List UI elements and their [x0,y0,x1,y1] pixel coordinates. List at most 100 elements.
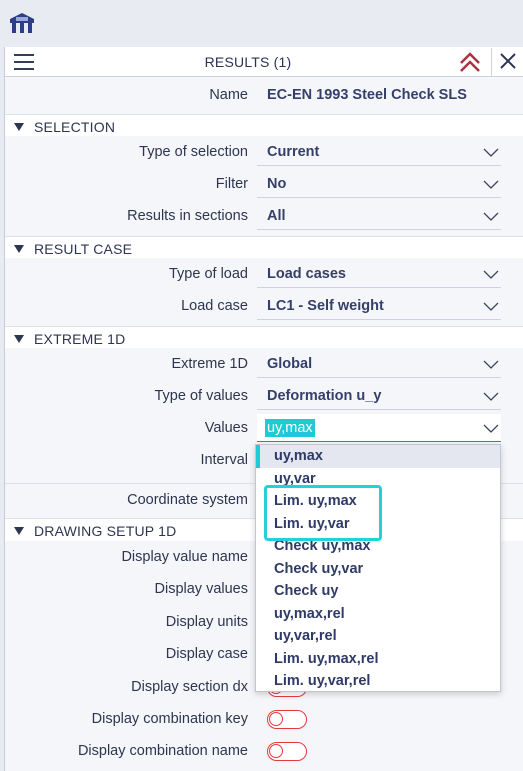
panel-title: RESULTS (1) [204,54,292,70]
field-label: Display section dx [131,679,248,695]
field-value: Deformation u_y [267,388,382,404]
display-combination-name-toggle[interactable] [267,742,307,761]
chevron-down-icon [483,212,499,221]
triangle-down-icon [14,123,24,131]
toggle-knob [269,712,283,726]
pin-up-icon[interactable] [457,50,483,74]
values-selected-text: uy,max [265,419,315,437]
type-of-selection-row: Type of selection Current [5,136,523,168]
option-label: Check uy,var [274,560,364,577]
values-row: Values uy,max [5,412,523,444]
field-label: Interval [200,452,248,468]
field-label: Display value name [121,549,248,565]
section-extreme-1d[interactable]: EXTREME 1D [5,326,523,350]
dropdown-option[interactable]: Lim. uy,max [256,490,500,513]
name-row: Name EC-EN 1993 Steel Check SLS [5,79,523,111]
dropdown-option[interactable]: Lim. uy,var [256,513,500,536]
field-label: Type of load [169,266,248,282]
section-result-case[interactable]: RESULT CASE [5,236,523,260]
option-label: Lim. uy,var,rel [274,673,371,689]
field-label: Display combination name [77,743,248,759]
type-of-load-row: Type of load Load cases [5,258,523,290]
dropdown-option[interactable]: uy,max,rel [256,603,500,626]
field-value: Load cases [267,266,346,282]
section-title: EXTREME 1D [34,331,126,347]
triangle-down-icon [14,335,24,343]
app-logo-icon[interactable] [6,10,38,36]
dropdown-option[interactable]: uy,var,rel [256,625,500,648]
option-label: Lim. uy,max [274,493,357,509]
option-label: Lim. uy,max,rel [274,650,379,667]
field-label: Extreme 1D [171,356,248,372]
field-value: No [267,176,287,192]
values-combobox[interactable]: uy,max [257,414,501,442]
option-label: Check uy,max [274,538,371,554]
chevron-down-icon [483,392,499,401]
field-label: Type of values [154,388,249,404]
filter-dropdown[interactable]: No [257,170,501,198]
section-title: RESULT CASE [34,241,133,257]
section-title: DRAWING SETUP 1D [34,523,177,539]
name-label: Name [209,87,248,103]
field-value: All [267,208,286,224]
option-label: uy,max,rel [274,605,345,622]
filter-row: Filter No [5,168,523,200]
chevron-down-icon [483,302,499,311]
chevron-down-icon [483,360,499,369]
option-label: uy,max [274,448,323,464]
section-title: SELECTION [34,119,116,135]
display-combination-name-row: Display combination name [5,735,523,767]
field-label: Filter [215,176,248,192]
field-label: Display units [165,614,248,630]
results-in-sections-row: Results in sections All [5,200,523,232]
section-selection[interactable]: SELECTION [5,114,523,138]
option-label: Check uy [274,583,339,599]
dropdown-option[interactable]: Lim. uy,var,rel [256,670,500,693]
dropdown-option[interactable]: Check uy,var [256,558,500,581]
results-in-sections-dropdown[interactable]: All [257,202,501,230]
triangle-down-icon [14,245,24,253]
selection-marker [256,445,260,468]
field-label: Display combination key [91,711,248,727]
load-case-row: Load case LC1 - Self weight [5,290,523,322]
chevron-down-icon [483,148,499,157]
dropdown-option[interactable]: Lim. uy,max,rel [256,648,500,671]
dropdown-option[interactable]: Check uy,max [256,535,500,558]
display-combination-key-row: Display combination key [5,703,523,735]
type-of-load-dropdown[interactable]: Load cases [257,260,501,288]
type-of-values-dropdown[interactable]: Deformation u_y [257,382,501,410]
dropdown-option[interactable]: uy,var [256,468,500,491]
load-case-dropdown[interactable]: LC1 - Self weight [257,292,501,320]
app-toolbar [0,0,523,46]
values-dropdown-list: uy,max uy,var Lim. uy,max Lim. uy,var Ch… [255,444,501,692]
chevron-down-icon[interactable] [483,422,499,434]
option-label: uy,var [274,470,316,487]
chevron-down-icon [483,270,499,279]
display-combination-key-toggle[interactable] [267,710,307,729]
type-of-values-row: Type of values Deformation u_y [5,380,523,412]
name-field[interactable]: EC-EN 1993 Steel Check SLS [257,81,501,109]
panel-header: RESULTS (1) [5,47,523,77]
dropdown-option[interactable]: uy,max [256,445,500,468]
field-value: Global [267,356,313,372]
field-label: Values [204,420,248,436]
option-label: Lim. uy,var [274,515,350,532]
chevron-down-icon [483,180,499,189]
dropdown-option[interactable]: Check uy [256,580,500,603]
field-label: Display values [154,581,249,597]
field-label: Results in sections [127,208,248,224]
field-value: Current [267,144,320,160]
extreme-1d-dropdown[interactable]: Global [257,350,501,378]
toggle-knob [269,744,283,758]
field-label: Coordinate system [127,492,248,508]
type-of-selection-dropdown[interactable]: Current [257,138,501,166]
triangle-down-icon [14,527,24,535]
field-value: LC1 - Self weight [267,298,384,314]
field-label: Type of selection [139,144,248,160]
option-label: uy,var,rel [274,628,337,644]
name-value: EC-EN 1993 Steel Check SLS [267,87,467,103]
field-label: Display case [165,646,248,662]
close-icon[interactable] [491,48,523,76]
field-label: Load case [181,298,248,314]
extreme-1d-row: Extreme 1D Global [5,348,523,380]
